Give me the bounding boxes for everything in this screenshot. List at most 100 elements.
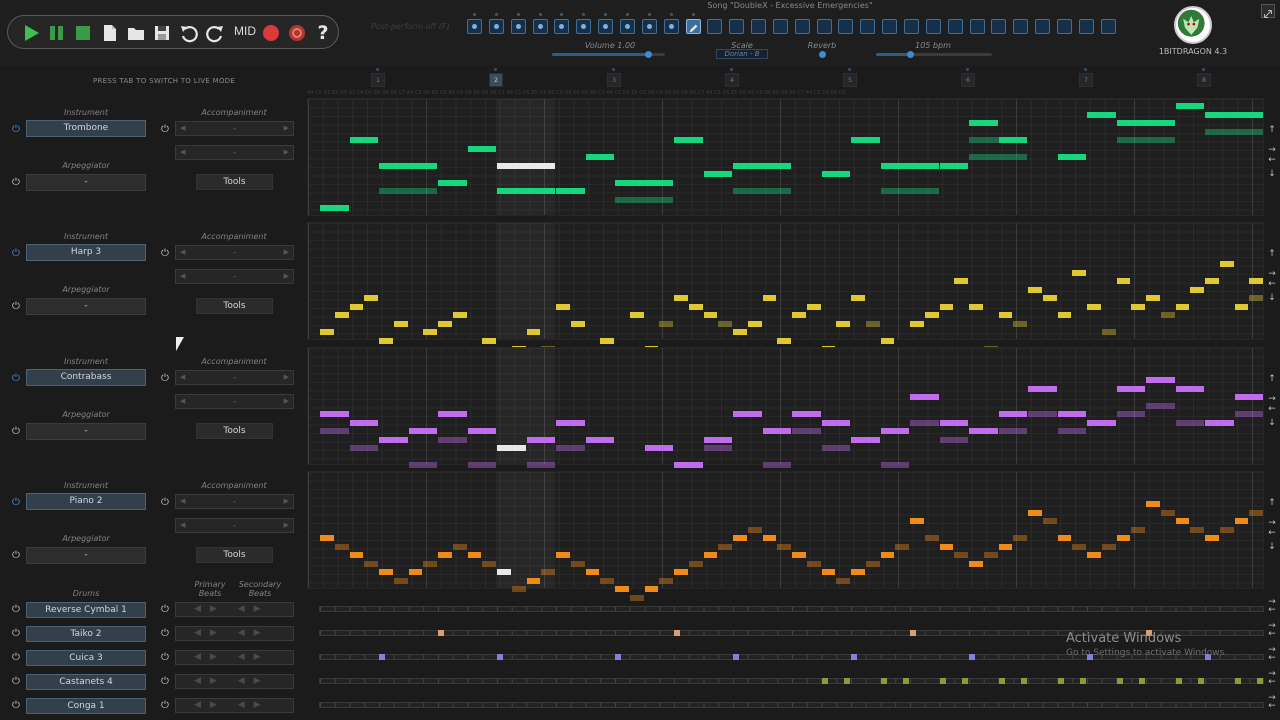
record-icon[interactable] — [261, 23, 281, 43]
note[interactable] — [423, 329, 437, 336]
note[interactable] — [939, 162, 968, 169]
note[interactable] — [334, 543, 349, 550]
scroll-left-icon[interactable]: ← — [1266, 528, 1278, 542]
note[interactable] — [954, 552, 968, 559]
note[interactable] — [1190, 526, 1204, 533]
pattern-slot[interactable] — [882, 19, 898, 34]
loop-marker-4[interactable]: 4 — [725, 73, 739, 87]
scroll-left-icon[interactable]: ← — [1266, 279, 1278, 293]
note[interactable] — [438, 411, 467, 418]
note[interactable] — [703, 445, 732, 452]
note[interactable] — [674, 569, 688, 576]
prev-arrow-icon[interactable]: ◀ — [180, 270, 185, 283]
accompaniment-select-1[interactable]: ◀ - ▶ — [175, 493, 294, 509]
note[interactable] — [526, 436, 555, 443]
reverb-knob[interactable] — [819, 51, 826, 58]
next-arrow-icon[interactable]: ▶ — [284, 395, 289, 408]
note[interactable] — [379, 337, 393, 344]
pause-icon[interactable] — [47, 23, 67, 43]
note[interactable] — [1249, 509, 1263, 516]
arpeggiator-power-icon[interactable]: ⏻ — [10, 177, 22, 189]
note[interactable] — [497, 569, 511, 576]
note[interactable] — [880, 462, 909, 469]
drum-hit[interactable] — [1020, 678, 1027, 684]
arpeggiator-power-icon[interactable]: ⏻ — [10, 426, 22, 438]
scroll-left-icon[interactable]: ← — [1266, 678, 1278, 687]
drum-hit[interactable] — [1057, 678, 1064, 684]
note[interactable] — [556, 552, 570, 559]
instrument-field[interactable]: Trombone — [26, 120, 146, 137]
note[interactable] — [438, 320, 452, 327]
note[interactable] — [1146, 377, 1175, 384]
note[interactable] — [1190, 286, 1204, 293]
note[interactable] — [1160, 312, 1175, 319]
open-folder-icon[interactable] — [126, 23, 146, 43]
scroll-down-icon[interactable]: ↓ — [1266, 418, 1278, 428]
note[interactable] — [954, 278, 968, 285]
note[interactable] — [349, 445, 378, 452]
note[interactable] — [939, 543, 954, 550]
tools-button[interactable]: Tools — [196, 546, 273, 563]
note[interactable] — [1028, 509, 1042, 516]
drum-pattern-power-icon[interactable]: ⏻ — [159, 652, 171, 664]
note[interactable] — [762, 462, 791, 469]
drum-hit[interactable] — [1234, 678, 1241, 684]
note[interactable] — [865, 320, 880, 327]
note[interactable] — [438, 552, 452, 559]
drum-scroll-arrows[interactable]: → ← — [1266, 694, 1278, 716]
pattern-slot[interactable] — [794, 19, 810, 34]
note[interactable] — [1028, 385, 1057, 392]
note[interactable] — [408, 569, 423, 576]
note[interactable] — [1116, 535, 1131, 542]
note[interactable] — [1057, 154, 1086, 160]
note[interactable] — [851, 436, 880, 443]
scroll-left-icon[interactable]: ← — [1266, 155, 1278, 169]
note[interactable] — [777, 337, 791, 344]
accompaniment-select-2[interactable]: ◀ - ▶ — [175, 145, 294, 160]
note[interactable] — [969, 303, 983, 310]
note[interactable] — [320, 411, 349, 418]
drum-power-icon[interactable]: ⏻ — [10, 676, 22, 688]
drum-scroll-arrows[interactable]: → ← — [1266, 598, 1278, 620]
note[interactable] — [1160, 509, 1175, 516]
note[interactable] — [1234, 303, 1249, 310]
pattern-slot[interactable] — [532, 19, 548, 34]
loop-marker-6[interactable]: 6 — [961, 73, 975, 87]
note[interactable] — [674, 462, 703, 469]
note[interactable] — [408, 462, 437, 469]
note[interactable] — [910, 518, 924, 525]
pattern-slot[interactable] — [991, 19, 1007, 34]
pattern-slot[interactable] — [510, 19, 526, 34]
loop-marker-7[interactable]: 7 — [1079, 73, 1093, 87]
note[interactable] — [880, 428, 909, 435]
scroll-right-icon[interactable]: → — [1266, 269, 1278, 279]
note[interactable] — [1057, 411, 1086, 418]
note[interactable] — [1205, 535, 1219, 542]
help-icon[interactable]: ? — [313, 23, 333, 43]
scroll-up-icon[interactable]: ↑ — [1266, 498, 1278, 518]
note[interactable] — [910, 394, 939, 401]
note[interactable] — [600, 577, 614, 584]
note[interactable] — [762, 295, 777, 302]
next-arrow-icon[interactable]: ▶ — [284, 146, 289, 159]
volume-knob[interactable] — [645, 51, 653, 58]
note[interactable] — [1087, 303, 1101, 310]
pattern-slot[interactable] — [816, 19, 832, 34]
note[interactable] — [364, 295, 378, 302]
arpeggiator-field[interactable]: - — [26, 546, 146, 564]
note[interactable] — [379, 162, 437, 169]
accompaniment-select-1[interactable]: ◀ - ▶ — [175, 369, 294, 385]
note[interactable] — [851, 137, 880, 143]
note[interactable] — [747, 320, 762, 327]
drum-hit[interactable] — [615, 654, 621, 660]
beat-selector[interactable]: ◀▶ ◀▶ — [175, 626, 294, 641]
note[interactable] — [969, 428, 998, 435]
note[interactable] — [497, 445, 526, 452]
note[interactable] — [452, 312, 467, 319]
note[interactable] — [1146, 402, 1175, 409]
note[interactable] — [1219, 261, 1234, 268]
note[interactable] — [585, 436, 614, 443]
note[interactable] — [733, 411, 762, 418]
note[interactable] — [806, 560, 821, 567]
note[interactable] — [393, 320, 408, 327]
